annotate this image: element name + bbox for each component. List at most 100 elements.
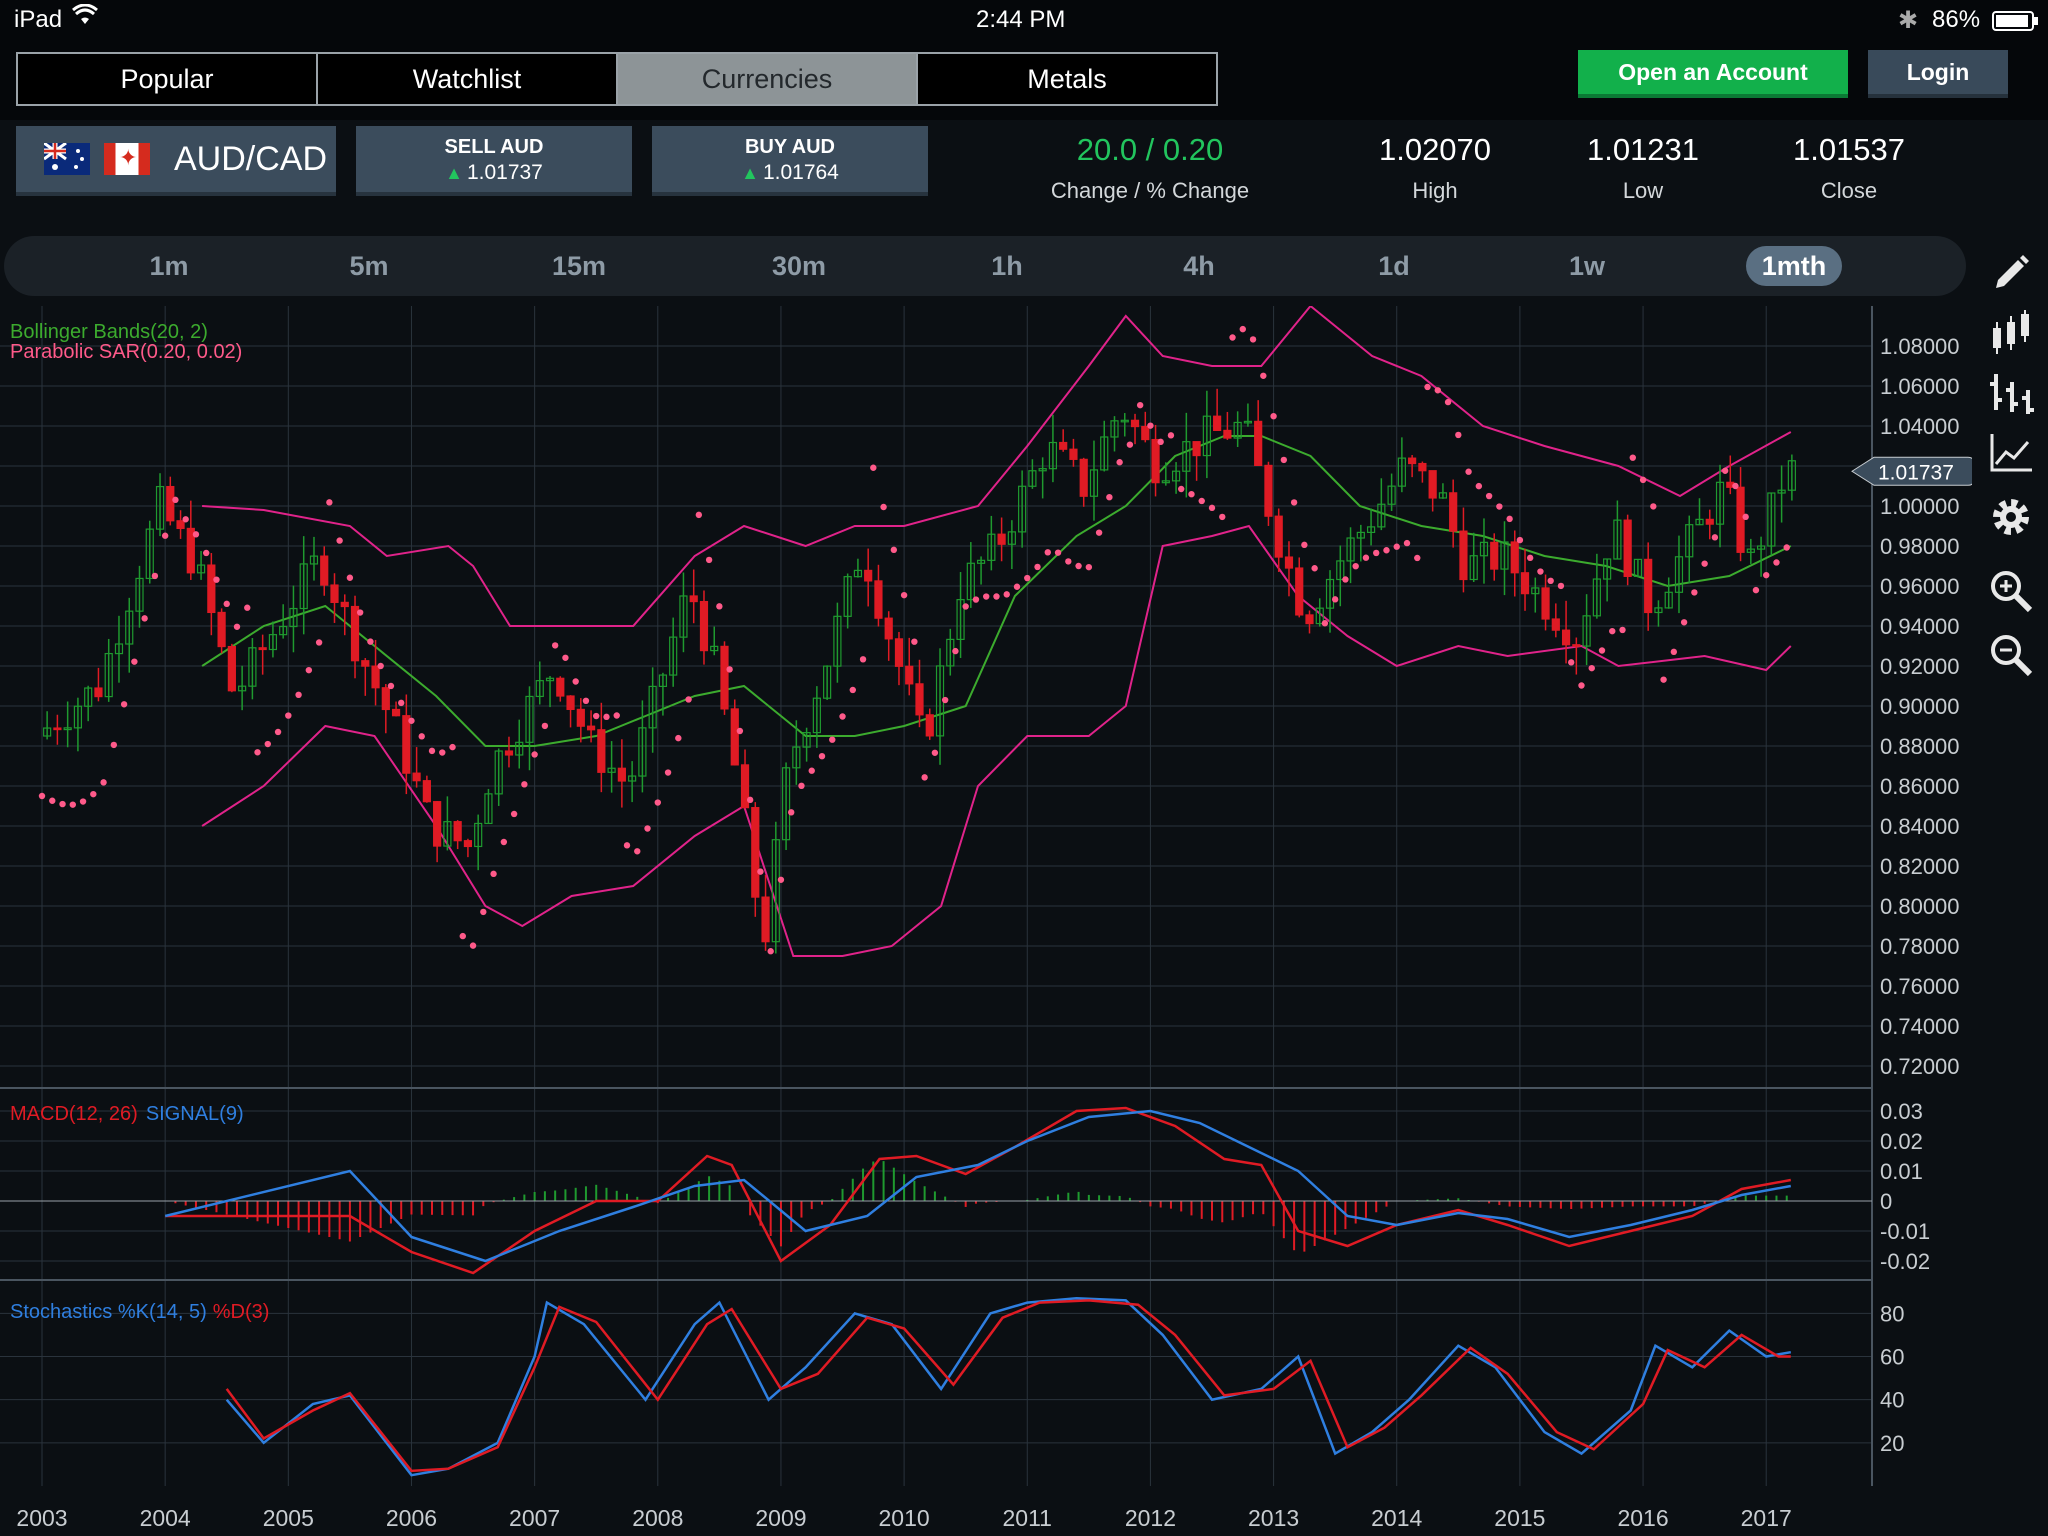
- sar-dot: [439, 749, 446, 756]
- sar-dot: [418, 733, 425, 740]
- candle-body: [1428, 470, 1437, 499]
- buy-label: BUY AUD: [744, 136, 835, 158]
- price-tick-label: 0.88000: [1880, 734, 1960, 759]
- signal-series-label: SIGNAL(9): [146, 1103, 244, 1125]
- year-tick-label: 2005: [263, 1505, 314, 1531]
- year-tick-label: 2017: [1741, 1505, 1792, 1531]
- wifi-icon: [72, 3, 98, 32]
- sell-button[interactable]: SELL AUD ▲ 1.01737: [356, 126, 632, 196]
- zoom-out-icon[interactable]: [1988, 632, 2034, 678]
- candle-body: [1551, 618, 1560, 631]
- sar-dot: [849, 686, 856, 694]
- change-stat: 20.0 / 0.20 Change / % Change: [1030, 132, 1270, 204]
- price-tick-label: 1.00000: [1880, 494, 1960, 519]
- timeframe-30m[interactable]: 30m: [754, 246, 844, 286]
- candle-body: [176, 520, 185, 530]
- candle-body: [1561, 629, 1571, 646]
- candle-body: [453, 821, 462, 842]
- sar-dot: [1424, 383, 1431, 391]
- sar-dot: [1208, 504, 1216, 512]
- sar-dot: [59, 800, 66, 808]
- tab-metals[interactable]: Metals: [918, 54, 1216, 104]
- open-account-button[interactable]: Open an Account: [1578, 50, 1848, 98]
- sar-dot: [1270, 412, 1277, 420]
- candle-body: [340, 601, 349, 608]
- sar-dot: [808, 767, 815, 774]
- candle-body: [1295, 567, 1304, 616]
- sar-dot: [1557, 582, 1565, 590]
- candle-body: [1449, 492, 1458, 532]
- tab-currencies[interactable]: Currencies: [618, 54, 918, 104]
- sar-dot: [90, 790, 97, 798]
- gear-icon[interactable]: [1988, 494, 2034, 540]
- sar-dot: [736, 727, 744, 735]
- sar-dot: [336, 537, 343, 544]
- candle-body: [1223, 429, 1232, 439]
- bar-chart-icon[interactable]: [1988, 370, 2034, 416]
- sar-dot: [1198, 497, 1205, 505]
- sar-dot: [1691, 589, 1698, 596]
- sar-dot: [1116, 459, 1123, 466]
- sar-dot: [49, 797, 56, 804]
- candle-body: [730, 708, 739, 766]
- timeframe-1h[interactable]: 1h: [962, 246, 1052, 286]
- pair-selector[interactable]: AUD/CAD: [16, 126, 336, 196]
- timeframe-bar: 1m 5m 15m 30m 1h 4h 1d 1w 1mth: [4, 236, 1966, 296]
- stoch-k-line: [225, 1297, 1792, 1477]
- tab-popular[interactable]: Popular: [18, 54, 318, 104]
- price-chart[interactable]: 1.080001.060001.040001.020001.000000.980…: [0, 306, 1972, 1536]
- sar-dot: [1650, 503, 1657, 510]
- candle-body: [94, 687, 103, 698]
- line-chart-icon[interactable]: [1988, 430, 2034, 476]
- candle-body: [1069, 448, 1078, 460]
- sar-dot: [1773, 559, 1780, 566]
- sar-dot: [1393, 543, 1400, 550]
- candle-body: [761, 896, 770, 943]
- sar-dot: [972, 596, 980, 603]
- sar-dot: [1229, 334, 1236, 341]
- candle-body: [874, 580, 883, 619]
- timeframe-5m[interactable]: 5m: [324, 246, 414, 286]
- sar-dot: [726, 666, 733, 673]
- sar-dot: [1280, 456, 1288, 464]
- stochastics-panel: [225, 1297, 1792, 1477]
- year-tick-label: 2006: [386, 1505, 437, 1531]
- sar-dot: [1783, 544, 1790, 551]
- pencil-icon[interactable]: [1988, 250, 2034, 296]
- sar-dot: [757, 868, 764, 875]
- candle-body: [1644, 558, 1653, 614]
- candle-body: [166, 485, 175, 522]
- candle-body: [720, 645, 729, 710]
- timeframe-1m[interactable]: 1m: [124, 246, 214, 286]
- stoch-d-line: [225, 1299, 1791, 1473]
- year-tick-label: 2016: [1617, 1505, 1668, 1531]
- timeframe-4h[interactable]: 4h: [1154, 246, 1244, 286]
- year-tick-label: 2003: [16, 1505, 67, 1531]
- tab-watchlist[interactable]: Watchlist: [318, 54, 618, 104]
- chart-toolbar: [1972, 236, 2048, 678]
- login-button[interactable]: Login: [1868, 50, 2008, 98]
- timeframe-1w[interactable]: 1w: [1542, 246, 1632, 286]
- stoch-k-label: Stochastics %K(14, 5): [10, 1301, 207, 1323]
- candle-body: [1459, 530, 1468, 581]
- zoom-in-icon[interactable]: [1988, 568, 2034, 614]
- timeframe-1mth[interactable]: 1mth: [1746, 246, 1842, 286]
- sar-dot: [367, 638, 374, 645]
- candle-body: [689, 595, 698, 603]
- buy-button[interactable]: BUY AUD ▲ 1.01764: [652, 126, 928, 196]
- sar-dot: [356, 609, 364, 616]
- timeframe-15m[interactable]: 15m: [534, 246, 624, 286]
- pair-label: AUD/CAD: [174, 139, 328, 178]
- year-tick-label: 2009: [755, 1505, 806, 1531]
- sar-dot: [182, 516, 189, 523]
- candlestick-icon[interactable]: [1988, 310, 2034, 356]
- year-tick-label: 2004: [140, 1505, 191, 1531]
- sar-dot: [428, 747, 436, 755]
- current-price-label: 1.01737: [1878, 461, 1954, 484]
- sar-dot: [562, 654, 569, 661]
- sar-dot: [490, 870, 497, 878]
- sar-dot: [1660, 676, 1667, 683]
- timeframe-1d[interactable]: 1d: [1349, 246, 1439, 286]
- candle-body: [1130, 419, 1140, 428]
- low-value: 1.01231: [1586, 132, 1700, 167]
